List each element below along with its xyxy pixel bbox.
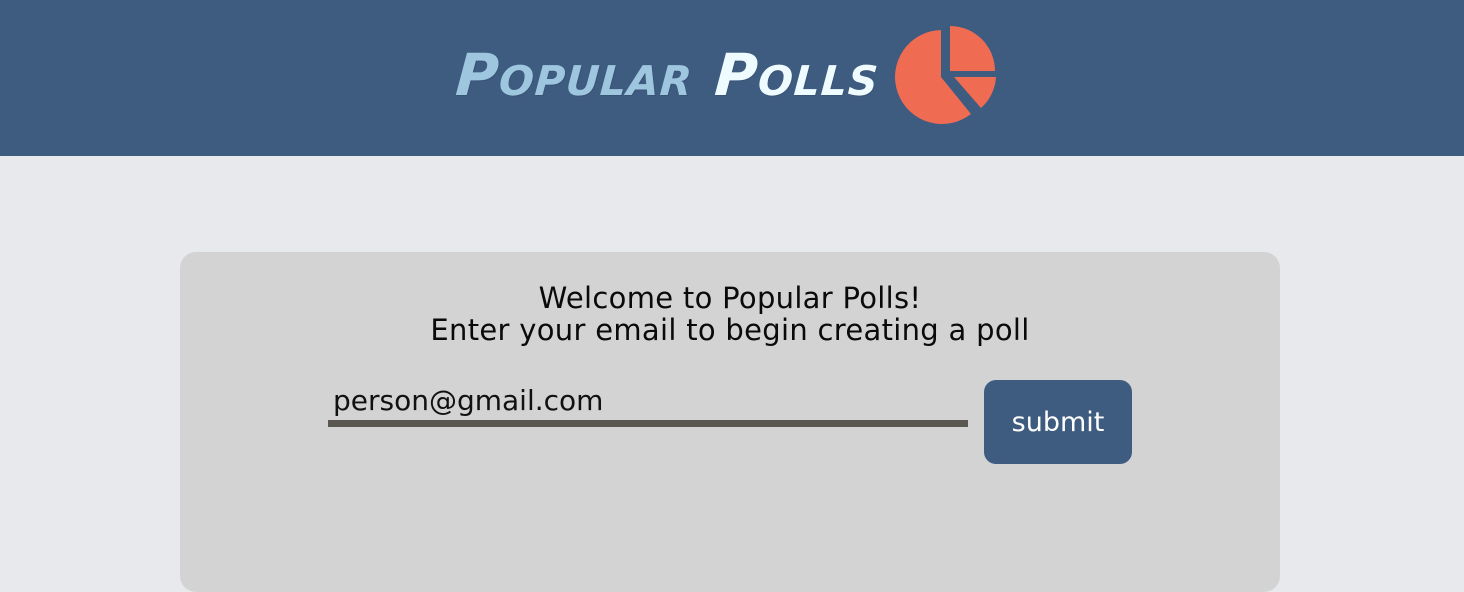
email-card: Welcome to Popular Polls! Enter your ema… (180, 252, 1280, 592)
email-field-underline (328, 420, 968, 427)
site-header: Popular Polls (0, 0, 1464, 156)
welcome-instructions: Enter your email to begin creating a pol… (430, 313, 1030, 347)
submit-button[interactable]: submit (984, 380, 1132, 464)
welcome-message: Welcome to Popular Polls! Enter your ema… (180, 282, 1280, 346)
brand[interactable]: Popular Polls (453, 22, 999, 128)
brand-word-polls: Polls (712, 41, 882, 109)
email-field-wrapper (328, 380, 968, 428)
welcome-heading: Welcome to Popular Polls! (538, 281, 922, 315)
pie-chart-icon (895, 26, 997, 124)
email-field[interactable] (328, 380, 968, 420)
brand-word-popular: Popular (453, 41, 696, 109)
